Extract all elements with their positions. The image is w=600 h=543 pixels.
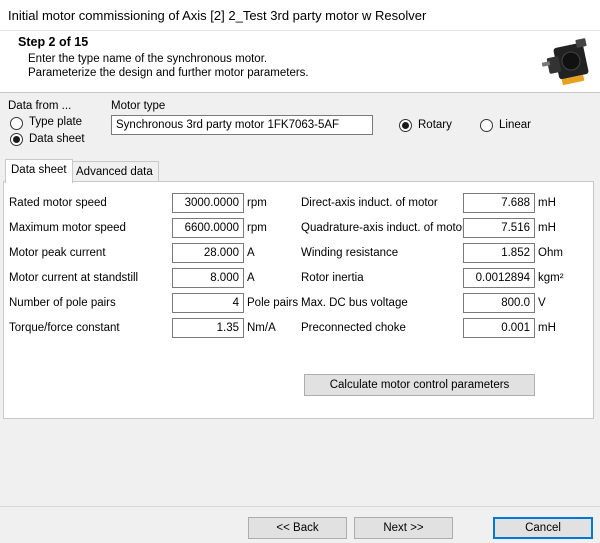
radio-data-sheet-circle[interactable] bbox=[10, 133, 23, 146]
param-unit: Pole pairs bbox=[247, 297, 299, 309]
calculate-motor-control-button[interactable]: Calculate motor control parameters bbox=[304, 374, 535, 396]
back-button[interactable]: << Back bbox=[248, 517, 347, 539]
title-bar: Initial motor commissioning of Axis [2] … bbox=[0, 0, 600, 31]
param-label: Maximum motor speed bbox=[9, 222, 126, 234]
rotor-inertia-input[interactable]: 0.0012894 bbox=[463, 268, 535, 288]
radio-type-plate-label[interactable]: Type plate bbox=[29, 116, 82, 128]
radio-rotary-circle[interactable] bbox=[399, 119, 412, 132]
param-unit: mH bbox=[538, 222, 556, 234]
param-label: Rated motor speed bbox=[9, 197, 107, 209]
rated-motor-speed-input[interactable]: 3000.0000 bbox=[172, 193, 244, 213]
quadrature-axis-inductance-input[interactable]: 7.516 bbox=[463, 218, 535, 238]
maximum-motor-speed-input[interactable]: 6600.0000 bbox=[172, 218, 244, 238]
param-label: Quadrature-axis induct. of motor bbox=[301, 222, 466, 234]
param-unit: V bbox=[538, 297, 546, 309]
param-unit: Ohm bbox=[538, 247, 563, 259]
radio-rotary-label[interactable]: Rotary bbox=[418, 119, 452, 131]
param-label: Preconnected choke bbox=[301, 322, 406, 334]
torque-constant-input[interactable]: 1.35 bbox=[172, 318, 244, 338]
radio-linear-circle[interactable] bbox=[480, 119, 493, 132]
param-label: Number of pole pairs bbox=[9, 297, 116, 309]
param-unit: A bbox=[247, 247, 255, 259]
param-label: Direct-axis induct. of motor bbox=[301, 197, 438, 209]
motor-type-input[interactable]: Synchronous 3rd party motor 1FK7063-5AF bbox=[111, 115, 373, 135]
param-unit: A bbox=[247, 272, 255, 284]
param-unit: Nm/A bbox=[247, 322, 276, 334]
instruction-line-2: Parameterize the design and further moto… bbox=[28, 67, 309, 79]
param-label: Rotor inertia bbox=[301, 272, 364, 284]
footer-divider bbox=[0, 506, 600, 507]
direct-axis-inductance-input[interactable]: 7.688 bbox=[463, 193, 535, 213]
winding-resistance-input[interactable]: 1.852 bbox=[463, 243, 535, 263]
param-unit: rpm bbox=[247, 197, 267, 209]
instruction-line-1: Enter the type name of the synchronous m… bbox=[28, 53, 268, 65]
step-indicator: Step 2 of 15 bbox=[18, 35, 89, 49]
tab-data-sheet[interactable]: Data sheet bbox=[5, 159, 73, 183]
motor-current-standstill-input[interactable]: 8.000 bbox=[172, 268, 244, 288]
radio-data-sheet-label[interactable]: Data sheet bbox=[29, 133, 85, 145]
pole-pairs-input[interactable]: 4 bbox=[172, 293, 244, 313]
radio-linear-label[interactable]: Linear bbox=[499, 119, 531, 131]
param-unit: mH bbox=[538, 197, 556, 209]
cancel-button[interactable]: Cancel bbox=[493, 517, 593, 539]
preconnected-choke-input[interactable]: 0.001 bbox=[463, 318, 535, 338]
param-unit: kgm² bbox=[538, 272, 564, 284]
param-label: Max. DC bus voltage bbox=[301, 297, 408, 309]
max-dc-bus-voltage-input[interactable]: 800.0 bbox=[463, 293, 535, 313]
tab-advanced-data[interactable]: Advanced data bbox=[70, 161, 159, 182]
param-unit: rpm bbox=[247, 222, 267, 234]
servo-motor-icon bbox=[542, 38, 589, 86]
param-label: Torque/force constant bbox=[9, 322, 120, 334]
next-button[interactable]: Next >> bbox=[354, 517, 453, 539]
param-label: Motor current at standstill bbox=[9, 272, 139, 284]
data-from-label: Data from ... bbox=[8, 100, 72, 112]
param-unit: mH bbox=[538, 322, 556, 334]
param-label: Winding resistance bbox=[301, 247, 399, 259]
param-label: Motor peak current bbox=[9, 247, 106, 259]
radio-type-plate-circle[interactable] bbox=[10, 117, 23, 130]
window-title: Initial motor commissioning of Axis [2] … bbox=[8, 8, 427, 23]
motor-peak-current-input[interactable]: 28.000 bbox=[172, 243, 244, 263]
motor-type-label: Motor type bbox=[111, 100, 166, 112]
wizard-header: Step 2 of 15 Enter the type name of the … bbox=[0, 31, 600, 93]
